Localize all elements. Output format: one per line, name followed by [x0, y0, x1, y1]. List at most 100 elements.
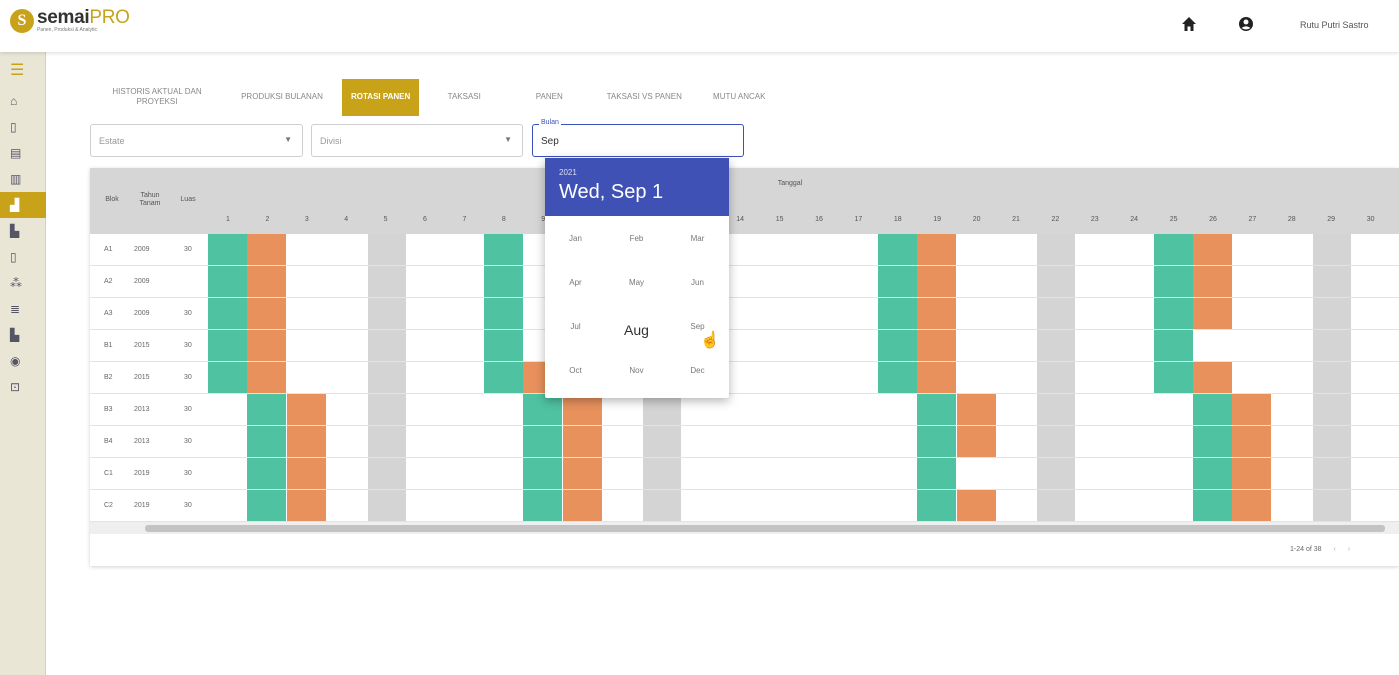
sidebar-list-icon[interactable]: ≣: [0, 296, 46, 322]
next-page-icon[interactable]: ›: [1348, 546, 1350, 553]
month-dec[interactable]: Dec: [667, 366, 728, 375]
rotation-cell: [286, 490, 326, 521]
rotation-cell: [956, 490, 996, 521]
sidebar-book2-icon[interactable]: ▯: [0, 244, 46, 270]
harvest-cell: [1153, 266, 1193, 297]
sidebar-chart-icon[interactable]: ▟: [0, 192, 46, 218]
logo-mark-icon: S: [10, 8, 34, 33]
tab-panen[interactable]: PANEN: [509, 92, 589, 102]
home-icon[interactable]: [1180, 15, 1198, 33]
rotation-cell: [562, 426, 602, 457]
harvest-cell: [208, 234, 247, 265]
sidebar-calendar-icon[interactable]: ▤: [0, 140, 46, 166]
rotation-cell: [1232, 394, 1272, 425]
table-row[interactable]: B3 2013 30: [90, 394, 1399, 426]
harvest-cell: [208, 362, 247, 393]
tab-produksi-bulanan[interactable]: PRODUKSI BULANAN: [222, 92, 342, 102]
rotation-cell: [917, 330, 957, 361]
divisi-select[interactable]: Divisi ▼: [311, 124, 523, 157]
harvest-cell: [208, 330, 247, 361]
day-header: 16: [815, 216, 823, 223]
col-tahun-tanam: Tahun Tanam: [139, 192, 161, 207]
cell-blok: B2: [104, 374, 113, 381]
cell-blok: C1: [104, 470, 113, 477]
tab-taksasi[interactable]: TAKSASI: [419, 92, 509, 102]
table-row[interactable]: B1 2015 30: [90, 330, 1399, 362]
month-feb[interactable]: Feb: [606, 234, 667, 243]
app-root: S semaiPRO Panen, Produksi & Analytic Ru…: [0, 0, 1399, 675]
rotation-cell: [956, 426, 996, 457]
horizontal-scrollbar[interactable]: [90, 522, 1399, 534]
rotation-cell: [286, 426, 326, 457]
table-row[interactable]: C2 2019 30: [90, 490, 1399, 522]
scroll-thumb[interactable]: [145, 525, 1385, 532]
day-header: 14: [736, 216, 745, 223]
table-row[interactable]: C1 2019 30: [90, 458, 1399, 490]
tab-rotasi-panen[interactable]: ROTASI PANEN: [342, 78, 420, 116]
day-header: 24: [1130, 216, 1139, 223]
picker-header: 2021 Wed, Sep 1: [545, 158, 729, 216]
tab-mutu-ancak[interactable]: MUTU ANCAK: [699, 92, 779, 102]
harvest-cell: [483, 266, 523, 297]
tab-taksasi-vs-panen[interactable]: TAKSASI VS PANEN: [589, 92, 699, 102]
month-aug[interactable]: Aug: [606, 322, 667, 338]
day-header: 19: [933, 216, 942, 223]
month-jul[interactable]: Jul: [545, 322, 606, 331]
table-row[interactable]: B4 2013 30: [90, 426, 1399, 458]
day-header: 29: [1327, 216, 1336, 223]
col-tanggal: Tanggal: [777, 180, 803, 187]
cell-tahun: 2009: [134, 310, 150, 317]
rotation-cell: [956, 394, 996, 425]
menu-icon[interactable]: ☰: [0, 52, 46, 88]
app-logo[interactable]: S semaiPRO Panen, Produksi & Analytic: [10, 8, 130, 33]
cell-blok: C2: [104, 502, 113, 509]
sidebar-book-icon[interactable]: ▯: [0, 114, 46, 140]
month-apr[interactable]: Apr: [545, 278, 606, 287]
cell-luas: 30: [184, 246, 192, 253]
day-header: 3: [304, 216, 309, 223]
table-row[interactable]: A1 2009 30: [90, 234, 1399, 266]
month-jun[interactable]: Jun: [667, 278, 728, 287]
month-oct[interactable]: Oct: [545, 366, 606, 375]
day-header: 27: [1248, 216, 1257, 223]
rotation-cell: [562, 458, 602, 489]
harvest-cell: [917, 394, 957, 425]
sidebar-document-icon[interactable]: ▥: [0, 166, 46, 192]
cell-luas: 30: [184, 310, 192, 317]
pagination: 1-24 of 38 ‹ ›: [1290, 546, 1351, 553]
rotation-cell: [562, 394, 602, 425]
tab-historis[interactable]: HISTORIS AKTUAL DAN PROYEKSI: [92, 87, 222, 107]
picker-year[interactable]: 2021: [559, 168, 715, 177]
bulan-field[interactable]: Bulan Sep: [532, 119, 744, 157]
user-name[interactable]: Rutu Putri Sastro: [1300, 20, 1369, 30]
sidebar-truck-icon[interactable]: ▙: [0, 218, 46, 244]
sidebar-export-icon[interactable]: ⊡: [0, 374, 46, 400]
month-mar[interactable]: Mar: [667, 234, 728, 243]
logo-name: semaiPRO: [37, 7, 130, 28]
rotation-cell: [917, 362, 957, 393]
month-nov[interactable]: Nov: [606, 366, 667, 375]
month-jan[interactable]: Jan: [545, 234, 606, 243]
day-header: 1: [226, 216, 230, 223]
estate-select[interactable]: Estate ▼: [90, 124, 303, 157]
harvest-cell: [917, 426, 957, 457]
month-may[interactable]: May: [606, 278, 667, 287]
month-picker: 2021 Wed, Sep 1 Jan Feb Mar Apr May Jun Jul Aug…: [545, 158, 729, 398]
cell-tahun: 2013: [134, 438, 150, 445]
sidebar-account-icon[interactable]: ◉: [0, 348, 46, 374]
table-row[interactable]: A3 2009 30: [90, 298, 1399, 330]
cell-blok: A3: [104, 310, 113, 317]
logo-tagline: Panen, Produksi & Analytic: [37, 27, 98, 33]
table-header: Blok Tahun Tanam Luas Tanggal 1234567891…: [90, 168, 1399, 234]
sidebar-truck2-icon[interactable]: ▙: [0, 322, 46, 348]
day-header: 4: [344, 216, 349, 223]
sidebar-home-icon[interactable]: ⌂: [0, 88, 46, 114]
harvest-cell: [1193, 490, 1232, 521]
harvest-cell: [1153, 234, 1193, 265]
prev-page-icon[interactable]: ‹: [1333, 546, 1335, 553]
table-row[interactable]: A2 2009: [90, 266, 1399, 298]
account-circle-icon[interactable]: [1237, 15, 1255, 33]
rotation-cell: [917, 234, 957, 265]
sidebar-people-icon[interactable]: ⁂: [0, 270, 46, 296]
table-row[interactable]: B2 2015 30: [90, 362, 1399, 394]
